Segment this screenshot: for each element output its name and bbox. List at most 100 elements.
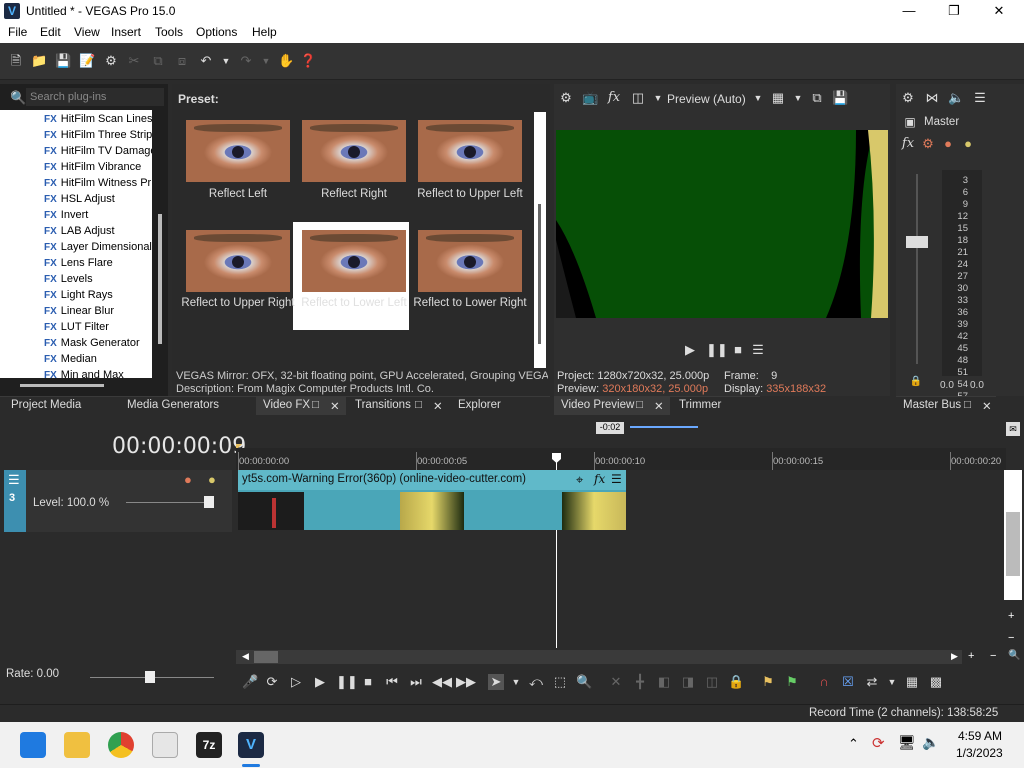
- split-screen-icon[interactable]: ◫: [630, 90, 646, 106]
- auto-ripple-dropdown-icon[interactable]: ▼: [884, 674, 900, 690]
- mixer-faders-icon[interactable]: ☰: [972, 90, 988, 106]
- close-tab-icon[interactable]: ✕: [330, 399, 340, 413]
- preset-label[interactable]: Reflect Right: [296, 188, 412, 200]
- next-frame-icon[interactable]: ▶▶: [456, 674, 476, 690]
- trim-start-icon[interactable]: ◧: [656, 674, 672, 690]
- loop-region-bar[interactable]: [630, 426, 698, 428]
- plugin-item[interactable]: FX HitFilm Witness Pr: [44, 177, 152, 193]
- track-zoom-out-icon[interactable]: −: [1008, 632, 1014, 644]
- menu-insert[interactable]: Insert: [111, 25, 141, 39]
- tab-project-media[interactable]: Project Media: [11, 399, 81, 411]
- tray-chevron-icon[interactable]: ⌃: [848, 736, 859, 752]
- plugin-item[interactable]: FX Linear Blur: [44, 305, 152, 321]
- plugin-item[interactable]: FX LUT Filter: [44, 321, 152, 337]
- volume-icon[interactable]: 🔈: [922, 734, 939, 751]
- preset-label[interactable]: Reflect to Lower Left: [296, 297, 412, 309]
- envelope-tool-icon[interactable]: ⤺: [528, 674, 544, 690]
- preset-label[interactable]: Reflect Left: [180, 188, 296, 200]
- plugin-item[interactable]: FX Invert: [44, 209, 152, 225]
- mixer-narrow-icon[interactable]: ⋈: [924, 90, 940, 106]
- undock-icon[interactable]: □: [312, 399, 319, 411]
- clip-menu-icon[interactable]: ☰: [611, 472, 622, 486]
- scroll-right-icon[interactable]: ▶: [951, 651, 958, 662]
- preset-label[interactable]: Reflect to Upper Right: [180, 297, 296, 309]
- plugin-item[interactable]: FX Levels: [44, 273, 152, 289]
- edit-tool-dropdown-icon[interactable]: ▼: [508, 674, 524, 690]
- cut-icon[interactable]: ✂: [126, 53, 142, 69]
- help-icon[interactable]: ❓: [300, 53, 316, 69]
- clock-time[interactable]: 4:59 AM: [958, 729, 1002, 743]
- split-icon[interactable]: ◫: [704, 674, 720, 690]
- close-tab-icon[interactable]: ✕: [433, 399, 443, 413]
- paste-icon[interactable]: ⧈: [174, 53, 190, 69]
- undock-icon[interactable]: □: [415, 399, 422, 411]
- video-output-fx-icon[interactable]: fx: [606, 90, 622, 106]
- plugin-item[interactable]: FX Layer Dimensional: [44, 241, 152, 257]
- selection-tool-icon[interactable]: ⬚: [552, 674, 568, 690]
- close-tab-icon[interactable]: ✕: [654, 399, 664, 413]
- menu-tools[interactable]: Tools: [155, 25, 183, 39]
- clip-pan-crop-icon[interactable]: ⌖: [576, 472, 583, 488]
- timeline-hscroll-thumb[interactable]: [254, 651, 278, 663]
- track-zoom-in-icon[interactable]: +: [1008, 610, 1014, 622]
- save-snapshot-icon[interactable]: 💾: [832, 90, 848, 106]
- master-checkbox[interactable]: ▣: [902, 114, 918, 130]
- insert-marker-icon[interactable]: ⚑: [760, 674, 776, 690]
- plugin-item[interactable]: FX Min and Max: [44, 369, 152, 378]
- timeline-expand-icon[interactable]: ✉: [1006, 422, 1020, 436]
- lock-icon[interactable]: 🔒: [908, 374, 924, 390]
- tab-video-preview[interactable]: Video Preview: [561, 399, 634, 411]
- track-solo-icon[interactable]: ●: [208, 472, 216, 487]
- plugin-item[interactable]: FX HitFilm TV Damage: [44, 145, 152, 161]
- video-event-clip[interactable]: yt5s.com-Warning Error(360p) (online-vid…: [238, 470, 626, 530]
- 7zip-icon[interactable]: 7z: [196, 732, 222, 758]
- preview-quality-select[interactable]: Preview (Auto): [667, 92, 746, 106]
- track-level-knob[interactable]: [204, 496, 214, 508]
- insert-region-icon[interactable]: ⚑: [784, 674, 800, 690]
- plugin-list-scrollbar[interactable]: [158, 214, 162, 344]
- preset-thumbnail[interactable]: [418, 120, 522, 182]
- master-fader-knob[interactable]: [906, 236, 928, 248]
- preview-play-button[interactable]: ▶: [682, 342, 698, 358]
- master-solo-icon[interactable]: ●: [960, 136, 976, 152]
- plugin-item[interactable]: FX HitFilm Three Strip: [44, 129, 152, 145]
- zoom-out-icon[interactable]: −: [990, 650, 996, 662]
- track-level-slider[interactable]: [126, 502, 210, 503]
- open-folder-icon[interactable]: 📁: [31, 53, 47, 69]
- plugin-item[interactable]: FX HitFilm Vibrance: [44, 161, 152, 177]
- store-icon[interactable]: [152, 732, 178, 758]
- split-dropdown-icon[interactable]: ▼: [650, 90, 666, 106]
- zoom-tool-icon[interactable]: 🔍: [1008, 650, 1020, 661]
- play-from-start-icon[interactable]: ▷: [288, 674, 304, 690]
- preview-pause-button[interactable]: ❚❚: [706, 342, 728, 358]
- display-icon[interactable]: 🖥: [898, 734, 916, 751]
- file-explorer-icon[interactable]: [64, 732, 90, 758]
- master-automation-icon[interactable]: ⚙: [920, 136, 936, 152]
- menu-view[interactable]: View: [74, 25, 100, 39]
- preset-thumbnail[interactable]: [186, 230, 290, 292]
- plugin-item[interactable]: FX HitFilm Scan Lines: [44, 113, 152, 129]
- preview-quality-dropdown-icon[interactable]: ▼: [750, 90, 766, 106]
- ignore-grouping-icon[interactable]: ▩: [928, 674, 944, 690]
- tab-video-fx[interactable]: Video FX: [263, 399, 310, 411]
- stop-button[interactable]: ■: [360, 674, 376, 690]
- plugin-item[interactable]: FX Lens Flare: [44, 257, 152, 273]
- master-fx-icon[interactable]: fx: [900, 136, 916, 152]
- maximize-button[interactable]: ❐: [931, 0, 977, 22]
- timeline-hscroll[interactable]: [236, 650, 962, 664]
- auto-ripple-icon[interactable]: ⇄: [864, 674, 880, 690]
- go-to-start-icon[interactable]: ⏮: [384, 674, 400, 690]
- track-mute-icon[interactable]: ●: [184, 472, 192, 487]
- preset-thumbnail[interactable]: [302, 230, 406, 292]
- tab-explorer[interactable]: Explorer: [458, 399, 501, 411]
- menu-options[interactable]: Options: [196, 25, 237, 39]
- loop-marker[interactable]: -0:02: [596, 422, 624, 434]
- preview-menu-icon[interactable]: ☰: [750, 342, 766, 358]
- overlays-grid-icon[interactable]: ▦: [770, 90, 786, 106]
- track-menu-icon[interactable]: ☰: [8, 472, 20, 488]
- vegas-taskbar-icon[interactable]: V: [238, 732, 264, 758]
- record-mic-icon[interactable]: 🎤: [242, 674, 258, 690]
- plugin-item[interactable]: FX Mask Generator: [44, 337, 152, 353]
- copy-icon[interactable]: ⧉: [150, 53, 166, 69]
- overlays-dropdown-icon[interactable]: ▼: [790, 90, 806, 106]
